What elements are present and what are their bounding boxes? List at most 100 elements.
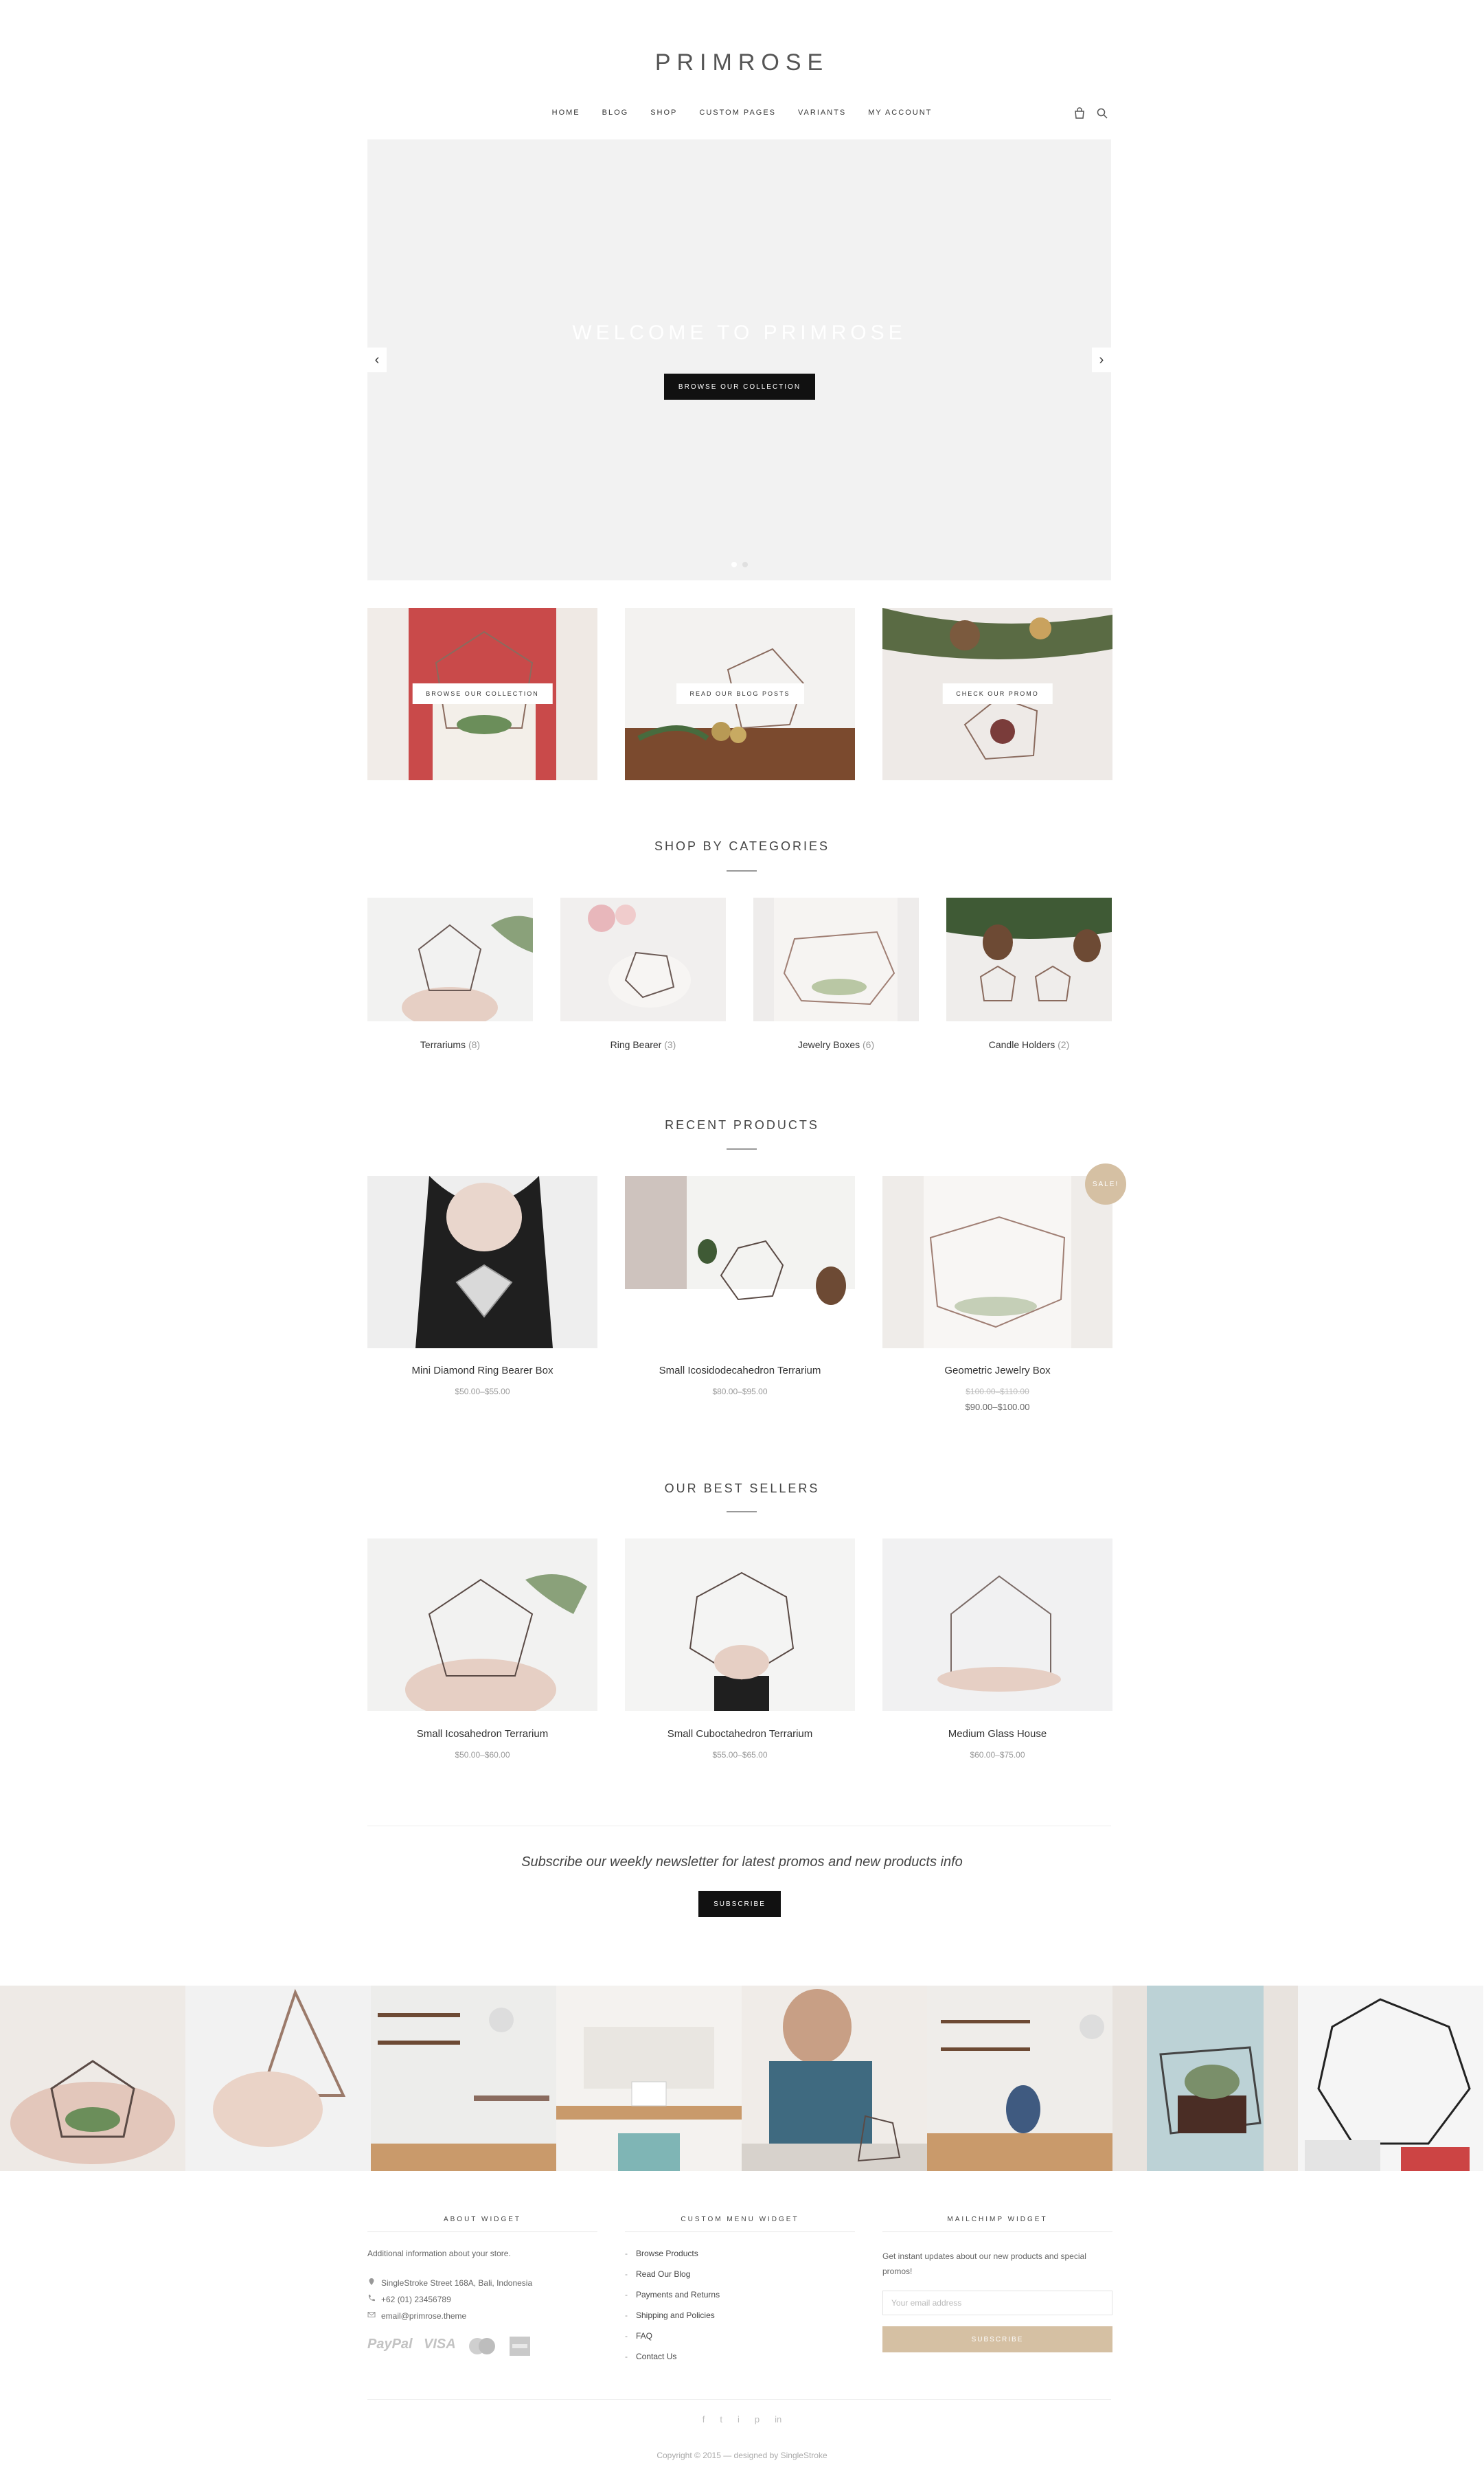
footer-email[interactable]: email@primrose.theme bbox=[381, 2311, 466, 2321]
newsletter-subscribe-button[interactable]: SUBSCRIBE bbox=[698, 1891, 781, 1917]
footer-menu-item[interactable]: - Browse Products bbox=[625, 2249, 698, 2258]
bag-icon[interactable] bbox=[1073, 106, 1086, 120]
slider-dot[interactable] bbox=[731, 562, 737, 567]
pinterest-icon[interactable]: p bbox=[755, 2414, 760, 2424]
category-name: Jewelry Boxes bbox=[797, 1039, 860, 1050]
product-name[interactable]: Small Icosahedron Terrarium bbox=[367, 1728, 597, 1740]
envelope-icon bbox=[367, 2310, 376, 2321]
instagram-photo[interactable] bbox=[742, 1986, 927, 2171]
paypal-icon: PayPal bbox=[367, 2337, 413, 2352]
search-icon[interactable] bbox=[1095, 106, 1109, 120]
product-image[interactable] bbox=[367, 1538, 597, 1711]
section-divider bbox=[727, 870, 757, 872]
main-nav: HOME BLOG SHOP CUSTOM PAGES VARIANTS MY … bbox=[0, 109, 1484, 117]
newsletter-text: Subscribe our weekly newsletter for late… bbox=[521, 1854, 963, 1870]
slider-dot[interactable] bbox=[742, 562, 748, 567]
category-count: (3) bbox=[664, 1039, 676, 1050]
mailchimp-subscribe-button[interactable]: SUBSCRIBE bbox=[882, 2326, 1112, 2352]
mastercard-icon bbox=[467, 2337, 497, 2359]
product-price: $50.00–$55.00 bbox=[455, 1387, 510, 1396]
product-name[interactable]: Medium Glass House bbox=[882, 1728, 1112, 1740]
category-name: Terrariums bbox=[420, 1039, 466, 1050]
instagram-photo[interactable] bbox=[1112, 1986, 1298, 2171]
social-links: f t i p in bbox=[0, 2414, 1484, 2424]
footer-phone: +62 (01) 23456789 bbox=[381, 2294, 451, 2304]
twitter-icon[interactable]: t bbox=[720, 2414, 722, 2424]
hero-browse-button[interactable]: BROWSE OUR COLLECTION bbox=[664, 374, 815, 400]
section-title-categories: SHOP BY CATEGORIES bbox=[654, 839, 830, 853]
promo-tile[interactable]: BROWSE OUR COLLECTION bbox=[367, 608, 597, 780]
product-price: $80.00–$95.00 bbox=[712, 1387, 768, 1396]
linkedin-icon[interactable]: in bbox=[775, 2414, 781, 2424]
footer-phone-row: +62 (01) 23456789 bbox=[367, 2294, 451, 2304]
instagram-photo[interactable] bbox=[927, 1986, 1112, 2171]
product-image[interactable] bbox=[882, 1538, 1112, 1711]
category-image[interactable] bbox=[560, 898, 726, 1021]
product-price: $50.00–$60.00 bbox=[455, 1750, 510, 1760]
category-label[interactable]: Jewelry Boxes (6) bbox=[753, 1039, 919, 1050]
category-image[interactable] bbox=[367, 898, 533, 1021]
product-price: $60.00–$75.00 bbox=[970, 1750, 1025, 1760]
promo-check-button[interactable]: CHECK OUR PROMO bbox=[942, 683, 1053, 704]
promo-tile[interactable]: CHECK OUR PROMO bbox=[882, 608, 1112, 780]
product-price-sale: $90.00–$100.00 bbox=[965, 1402, 1030, 1412]
section-title-bestsellers: OUR BEST SELLERS bbox=[664, 1481, 820, 1495]
instagram-photo[interactable] bbox=[556, 1986, 742, 2171]
product-image[interactable] bbox=[367, 1176, 597, 1348]
site-logo[interactable]: PRIMROSE bbox=[0, 49, 1484, 76]
instagram-photo[interactable] bbox=[1298, 1986, 1483, 2171]
category-image[interactable] bbox=[753, 898, 919, 1021]
chevron-left-icon[interactable]: ‹ bbox=[367, 348, 387, 372]
footer-menu-label: FAQ bbox=[636, 2331, 653, 2341]
promo-blog-button[interactable]: READ OUR BLOG POSTS bbox=[676, 683, 804, 704]
footer-email-row: email@primrose.theme bbox=[367, 2310, 466, 2321]
mailchimp-email-input[interactable] bbox=[882, 2291, 1112, 2315]
footer-menu-bullet: - bbox=[625, 2290, 628, 2299]
footer-menu-item[interactable]: - Read Our Blog bbox=[625, 2269, 690, 2279]
instagram-photo[interactable] bbox=[371, 1986, 556, 2171]
product-name[interactable]: Mini Diamond Ring Bearer Box bbox=[367, 1365, 597, 1376]
product-name[interactable]: Geometric Jewelry Box bbox=[882, 1365, 1112, 1376]
footer-menu-bullet: - bbox=[625, 2331, 628, 2341]
category-label[interactable]: Candle Holders (2) bbox=[946, 1039, 1112, 1050]
promo-tile[interactable]: READ OUR BLOG POSTS bbox=[625, 608, 855, 780]
footer-mailchimp-text: Get instant updates about our new produc… bbox=[882, 2251, 1086, 2276]
product-image[interactable] bbox=[625, 1176, 855, 1348]
chevron-right-icon[interactable]: › bbox=[1092, 348, 1111, 372]
footer-menu-bullet: - bbox=[625, 2269, 628, 2279]
nav-blog[interactable]: BLOG bbox=[602, 109, 629, 117]
section-divider bbox=[727, 1148, 757, 1150]
slider-dots bbox=[367, 562, 1111, 567]
product-name[interactable]: Small Icosidodecahedron Terrarium bbox=[625, 1365, 855, 1376]
footer-divider bbox=[367, 2231, 597, 2232]
product-image[interactable] bbox=[625, 1538, 855, 1711]
nav-home[interactable]: HOME bbox=[552, 109, 580, 117]
category-image[interactable] bbox=[946, 898, 1112, 1021]
nav-custom-pages[interactable]: CUSTOM PAGES bbox=[699, 109, 776, 117]
nav-my-account[interactable]: MY ACCOUNT bbox=[868, 109, 932, 117]
product-name[interactable]: Small Cuboctahedron Terrarium bbox=[625, 1728, 855, 1740]
footer-menu-item[interactable]: - Shipping and Policies bbox=[625, 2310, 715, 2320]
footer-menu-item[interactable]: - Contact Us bbox=[625, 2352, 676, 2361]
product-image[interactable] bbox=[882, 1176, 1112, 1348]
nav-shop[interactable]: SHOP bbox=[650, 109, 677, 117]
promo-browse-button[interactable]: BROWSE OUR COLLECTION bbox=[412, 683, 553, 704]
category-count: (2) bbox=[1058, 1039, 1070, 1050]
instagram-photo[interactable] bbox=[0, 1986, 185, 2171]
map-pin-icon bbox=[367, 2278, 376, 2288]
facebook-icon[interactable]: f bbox=[703, 2414, 705, 2424]
instagram-photo[interactable] bbox=[185, 1986, 371, 2171]
footer-menu-item[interactable]: - Payments and Returns bbox=[625, 2290, 720, 2299]
category-label[interactable]: Terrariums (8) bbox=[367, 1039, 533, 1050]
footer-menu-item[interactable]: - FAQ bbox=[625, 2331, 652, 2341]
footer-about-text: Additional information about your store. bbox=[367, 2249, 511, 2258]
category-name: Candle Holders bbox=[988, 1039, 1055, 1050]
nav-variants[interactable]: VARIANTS bbox=[798, 109, 846, 117]
amex-icon bbox=[510, 2337, 530, 2359]
phone-icon bbox=[367, 2294, 376, 2304]
footer-about-title: ABOUT WIDGET bbox=[443, 2216, 522, 2223]
category-label[interactable]: Ring Bearer (3) bbox=[560, 1039, 726, 1050]
footer-menu-label: Shipping and Policies bbox=[636, 2310, 715, 2320]
category-count: (8) bbox=[468, 1039, 481, 1050]
instagram-icon[interactable]: i bbox=[738, 2414, 740, 2424]
